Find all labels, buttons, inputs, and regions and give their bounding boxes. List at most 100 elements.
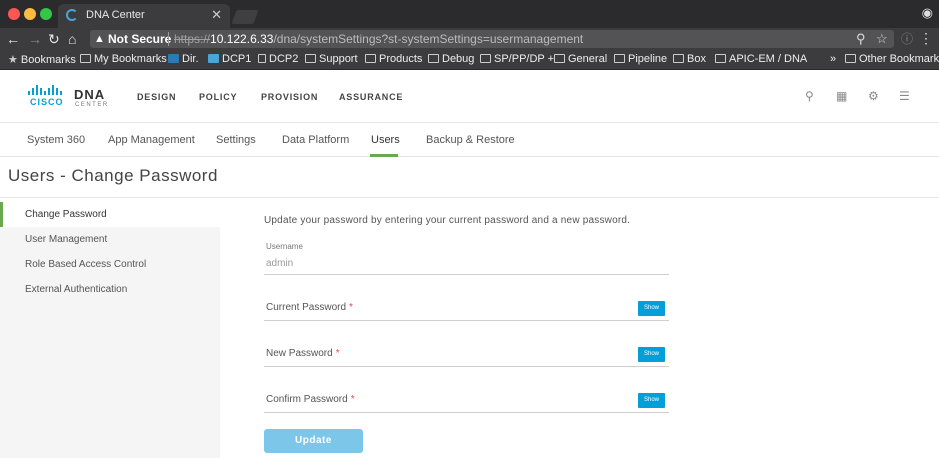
confirm-password-label: Confirm Password bbox=[266, 394, 348, 405]
show-current-password-button[interactable]: Show bbox=[638, 301, 665, 316]
bookmark-item[interactable]: Products bbox=[365, 53, 422, 65]
url-bar[interactable]: ▲ Not Secure https://10.122.6.33/dna/sys… bbox=[90, 30, 894, 48]
page-title: Users - Change Password bbox=[8, 166, 218, 185]
favicon-icon bbox=[208, 54, 219, 63]
logo-sub: CENTER bbox=[75, 102, 109, 108]
url-separator bbox=[168, 32, 169, 46]
home-icon[interactable]: ⌂ bbox=[68, 30, 76, 48]
required-marker: * bbox=[335, 348, 340, 359]
new-password-label: New Password bbox=[266, 348, 333, 359]
form-intro: Update your password by entering your cu… bbox=[264, 215, 631, 226]
minimize-window-button[interactable] bbox=[24, 8, 36, 20]
tab-title: DNA Center bbox=[86, 9, 145, 21]
nav-provision[interactable]: PROVISION bbox=[261, 92, 318, 102]
bookmarks-bar: ★ Bookmarks My Bookmarks Dir. DCP1 DCP2 S… bbox=[0, 50, 939, 70]
current-password-underline bbox=[264, 320, 669, 321]
zoom-search-icon[interactable]: ⚲ bbox=[856, 30, 866, 48]
folder-icon bbox=[715, 54, 726, 63]
confirm-password-underline bbox=[264, 412, 669, 413]
page-icon bbox=[258, 54, 266, 63]
cisco-bars-icon bbox=[28, 85, 68, 95]
active-tab-indicator bbox=[370, 154, 398, 157]
show-new-password-button[interactable]: Show bbox=[638, 347, 665, 362]
bookmark-star-icon[interactable]: ☆ bbox=[876, 30, 888, 48]
other-bookmarks[interactable]: Other Bookmarks bbox=[845, 53, 939, 65]
folder-icon bbox=[554, 54, 565, 63]
extension-icon[interactable]: ⓘ bbox=[901, 30, 913, 48]
username-field: admin bbox=[266, 258, 294, 269]
settings-tabs: System 360 App Management Settings Data … bbox=[0, 123, 939, 157]
folder-icon bbox=[614, 54, 625, 63]
logo-brand: CISCO bbox=[30, 97, 64, 107]
confirm-password-field[interactable]: Confirm Password * bbox=[266, 394, 355, 405]
url-path: /dna/systemSettings?st-systemSettings=us… bbox=[273, 32, 584, 46]
left-menu: Change Password User Management Role Bas… bbox=[0, 202, 220, 458]
bookmark-item[interactable]: Debug bbox=[428, 53, 474, 65]
back-icon[interactable]: ← bbox=[6, 30, 20, 48]
loading-icon bbox=[66, 9, 78, 21]
nav-assurance[interactable]: ASSURANCE bbox=[339, 92, 403, 102]
nav-design[interactable]: DESIGN bbox=[137, 92, 176, 102]
forward-icon[interactable]: → bbox=[28, 30, 42, 48]
apps-grid-icon[interactable]: ▦ bbox=[836, 89, 847, 103]
folder-icon bbox=[80, 54, 91, 63]
logo-word: DNA bbox=[74, 87, 106, 102]
folder-icon bbox=[428, 54, 439, 63]
nav-policy[interactable]: POLICY bbox=[199, 92, 237, 102]
browser-menu-icon[interactable]: ⋮ bbox=[919, 30, 933, 47]
bookmark-item[interactable]: APIC-EM / DNA bbox=[715, 53, 807, 65]
menu-item-external-auth[interactable]: External Authentication bbox=[0, 277, 220, 302]
username-label: Username bbox=[266, 242, 303, 251]
search-icon[interactable]: ⚲ bbox=[805, 89, 814, 103]
folder-icon bbox=[673, 54, 684, 63]
close-window-button[interactable] bbox=[8, 8, 20, 20]
tab-settings[interactable]: Settings bbox=[216, 134, 256, 146]
security-label[interactable]: Not Secure bbox=[108, 30, 171, 48]
bookmark-item[interactable]: General bbox=[554, 53, 607, 65]
bookmark-item[interactable]: Support bbox=[305, 53, 358, 65]
browser-titlebar: DNA Center ✕ ◉ bbox=[0, 0, 939, 28]
new-password-field[interactable]: New Password * bbox=[266, 348, 340, 359]
browser-tab[interactable]: DNA Center ✕ bbox=[58, 4, 230, 28]
tab-app-management[interactable]: App Management bbox=[108, 134, 195, 146]
favicon-icon bbox=[168, 54, 179, 63]
bookmark-item[interactable]: DCP2 bbox=[258, 53, 298, 65]
bookmark-item[interactable]: Box bbox=[673, 53, 706, 65]
menu-item-user-management[interactable]: User Management bbox=[0, 227, 220, 252]
apps-icon: ★ bbox=[8, 54, 18, 66]
reload-icon[interactable]: ↻ bbox=[48, 30, 60, 48]
required-marker: * bbox=[349, 302, 353, 313]
tab-backup-restore[interactable]: Backup & Restore bbox=[426, 134, 515, 146]
tab-users[interactable]: Users bbox=[371, 134, 400, 146]
folder-icon bbox=[480, 54, 491, 63]
menu-item-rbac[interactable]: Role Based Access Control bbox=[0, 252, 220, 277]
current-password-field[interactable]: Current Password * bbox=[266, 302, 353, 313]
new-tab-button[interactable] bbox=[231, 10, 259, 24]
bookmarks-overflow-icon[interactable]: » bbox=[830, 53, 836, 65]
bookmark-item[interactable]: ★ Bookmarks bbox=[8, 53, 76, 66]
show-confirm-password-button[interactable]: Show bbox=[638, 393, 665, 408]
warning-icon: ▲ bbox=[94, 33, 105, 45]
bookmark-item[interactable]: DCP1 bbox=[208, 53, 251, 65]
bookmark-item[interactable]: My Bookmarks bbox=[80, 53, 167, 65]
url-text[interactable]: https://10.122.6.33/dna/systemSettings?s… bbox=[174, 30, 583, 48]
tab-close-icon[interactable]: ✕ bbox=[211, 7, 222, 23]
bookmark-item[interactable]: SP/PP/DP + bbox=[480, 53, 554, 65]
folder-icon bbox=[845, 54, 856, 63]
menu-item-change-password[interactable]: Change Password bbox=[0, 202, 220, 227]
app-header: CISCO DNA CENTER DESIGN POLICY PROVISION… bbox=[0, 71, 939, 123]
tab-system-360[interactable]: System 360 bbox=[27, 134, 85, 146]
new-password-underline bbox=[264, 366, 669, 367]
update-button[interactable]: Update bbox=[264, 429, 363, 453]
menu-list-icon[interactable]: ☰ bbox=[899, 89, 910, 103]
bookmark-item[interactable]: Pipeline bbox=[614, 53, 667, 65]
tab-data-platform[interactable]: Data Platform bbox=[282, 134, 349, 146]
bookmark-item[interactable]: Dir. bbox=[168, 53, 199, 65]
title-divider bbox=[0, 197, 939, 198]
folder-icon bbox=[305, 54, 316, 63]
url-scheme: https:// bbox=[174, 32, 211, 46]
folder-icon bbox=[365, 54, 376, 63]
address-toolbar: ← → ↻ ⌂ ▲ Not Secure https://10.122.6.33… bbox=[0, 28, 939, 50]
maximize-window-button[interactable] bbox=[40, 8, 52, 20]
gear-icon[interactable]: ⚙ bbox=[868, 89, 879, 103]
